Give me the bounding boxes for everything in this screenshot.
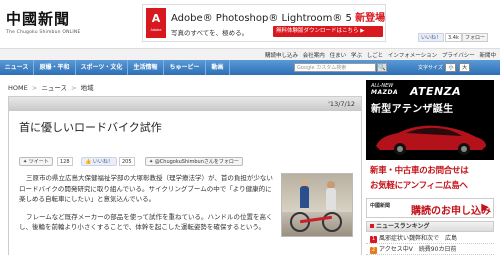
breadcrumb-news[interactable]: ニュース bbox=[41, 84, 67, 92]
site-logo[interactable]: 中國新聞 The Chugoku Shimbun ONLINE bbox=[6, 8, 81, 35]
adobe-ad-banner[interactable]: A Adobe Adobe® Photoshop® Lightroom® 5 新… bbox=[142, 4, 386, 42]
article-date-bar: '13/7/12 bbox=[9, 97, 361, 111]
logo-text: 中國新聞 bbox=[6, 10, 71, 28]
nav-item-chupy[interactable]: ちゅーピー bbox=[164, 60, 206, 75]
nav-item-video[interactable]: 動画 bbox=[206, 60, 230, 75]
breadcrumb: HOME > ニュース > 地域 bbox=[8, 82, 94, 92]
util-link[interactable]: インフォメーション bbox=[388, 53, 437, 59]
search-icon[interactable]: 🔍 bbox=[377, 63, 387, 72]
font-size-label: 文字サイズ bbox=[418, 65, 443, 71]
util-link[interactable]: 学ぶ bbox=[351, 53, 362, 59]
photo-background bbox=[282, 174, 352, 212]
ad-tagline: 新型アテンザ誕生 bbox=[371, 104, 454, 115]
ranking-item[interactable]: 1 風邪症状い魏弊和次で 広島 bbox=[366, 233, 494, 244]
article-panel: '13/7/12 首に優しいロードバイク試作 ✦ ツイート 128 👍 いいね！… bbox=[8, 96, 362, 255]
nav-item-sports[interactable]: スポーツ・文化 bbox=[76, 60, 128, 75]
article-body: 三原市の県立広島大保健福祉学部の大塚彰教授（理学療法学）が、首の負担が少ないロー… bbox=[19, 173, 275, 240]
subscribe-text: 購読のお申し込み bbox=[411, 206, 491, 217]
photo-person-head bbox=[301, 179, 308, 186]
thumbs-up-icon: 👍 bbox=[85, 159, 93, 165]
facebook-like-button[interactable]: いいね！ bbox=[418, 33, 445, 42]
article-paragraph: フレームなど既存メーカーの部品を使って試作を重ねている。ハンドルの位置を高くし、… bbox=[19, 212, 273, 232]
ad-cta-line2: お気軽にアンフィニ広島へ bbox=[370, 181, 468, 191]
ranking-heading: ニュースランキング bbox=[366, 221, 494, 232]
share-buttons: ✦ ツイート 128 👍 いいね！ 205 ✦ @ChugokuShimbunさ… bbox=[19, 157, 349, 167]
font-large-button[interactable]: 大 bbox=[459, 63, 471, 72]
subscribe-logo: 中國新聞 bbox=[370, 203, 391, 209]
ad-brand: MAZDA bbox=[371, 89, 399, 96]
article-paragraph: 三原市の県立広島大保健福祉学部の大塚彰教授（理学療法学）が、首の負担が少ないロー… bbox=[19, 174, 273, 203]
facebook-like-button[interactable]: 👍 いいね！ bbox=[81, 157, 117, 166]
like-count: 205 bbox=[119, 157, 135, 166]
bike-wheel bbox=[322, 212, 342, 232]
photo-person bbox=[300, 186, 309, 208]
ad-subtitle: 写真のすべてを、極める。 bbox=[171, 29, 249, 37]
twitter-follow-button[interactable]: フォロー bbox=[462, 33, 489, 42]
nav-item-life[interactable]: 生活情報 bbox=[128, 60, 164, 75]
util-link[interactable]: 購読申し込み bbox=[265, 53, 298, 59]
tweet-button[interactable]: ✦ ツイート bbox=[19, 157, 53, 166]
car-image bbox=[376, 125, 486, 155]
ad-model: ATENZA bbox=[410, 85, 462, 98]
logo-subtitle: The Chugoku Shimbun ONLINE bbox=[6, 30, 81, 35]
breadcrumb-region[interactable]: 地域 bbox=[81, 84, 94, 92]
util-link[interactable]: 住まい bbox=[330, 53, 347, 59]
photo-person bbox=[326, 188, 336, 210]
font-small-button[interactable]: 小 bbox=[445, 63, 457, 72]
ad-title: Adobe® Photoshop® Lightroom® 5 新登場 bbox=[171, 13, 386, 24]
util-link[interactable]: 会社案内 bbox=[303, 53, 325, 59]
breadcrumb-separator: > bbox=[31, 84, 38, 92]
tweet-count: 128 bbox=[57, 157, 73, 166]
font-size-control: 文字サイズ 小 大 bbox=[418, 63, 471, 72]
util-link[interactable]: しごと bbox=[367, 53, 384, 59]
article-date: '13/7/12 bbox=[328, 100, 355, 108]
nav-item-peace[interactable]: 原爆・平和 bbox=[34, 60, 76, 75]
ad-download-button[interactable]: 無料体験版ダウンロードはこちら ▶ bbox=[273, 26, 383, 37]
nav-item-news[interactable]: ニュース bbox=[0, 60, 34, 75]
square-bullet-icon bbox=[370, 224, 374, 228]
ad-cta-line1: 新車・中古車のお問合せは bbox=[370, 166, 469, 176]
utility-links: 購読申し込み 会社案内 住まい 学ぶ しごと インフォメーション プライバシー … bbox=[262, 51, 496, 59]
breadcrumb-home[interactable]: HOME bbox=[8, 84, 28, 92]
util-link[interactable]: 新聞中 bbox=[479, 53, 496, 59]
adobe-logo-icon: A Adobe bbox=[146, 8, 166, 38]
rank-badge: 1 bbox=[370, 236, 377, 243]
twitter-follow-button[interactable]: ✦ @ChugokuShimbunさんをフォロー bbox=[145, 157, 243, 166]
main-nav: ニュース 原爆・平和 スポーツ・文化 生活情報 ちゅーピー 動画 Google … bbox=[0, 60, 500, 75]
utility-bar: 購読申し込み 会社案内 住まい 学ぶ しごと インフォメーション プライバシー … bbox=[0, 48, 500, 60]
util-link[interactable]: プライバシー bbox=[442, 53, 475, 59]
site-header: 中國新聞 The Chugoku Shimbun ONLINE A Adobe … bbox=[0, 0, 500, 48]
breadcrumb-separator: > bbox=[71, 84, 77, 92]
ranking-item[interactable]: 2 アクセス中V 続費90カ日前 bbox=[366, 244, 494, 255]
mazda-ad[interactable]: ALL-NEW MAZDA ATENZA 新型アテンザ誕生 新車・中古車のお問合… bbox=[366, 80, 494, 195]
rank-badge: 2 bbox=[370, 247, 377, 254]
article-photo[interactable] bbox=[281, 173, 353, 237]
article-title: 首に優しいロードバイク試作 bbox=[19, 121, 162, 134]
chevron-right-icon: ▶ bbox=[481, 202, 489, 213]
facebook-like-count: 3.4k bbox=[445, 33, 462, 42]
search-input[interactable]: Google カスタム検索 bbox=[294, 63, 376, 72]
subscribe-button[interactable]: 中國新聞 購読のお申し込み ▶ bbox=[366, 198, 494, 218]
